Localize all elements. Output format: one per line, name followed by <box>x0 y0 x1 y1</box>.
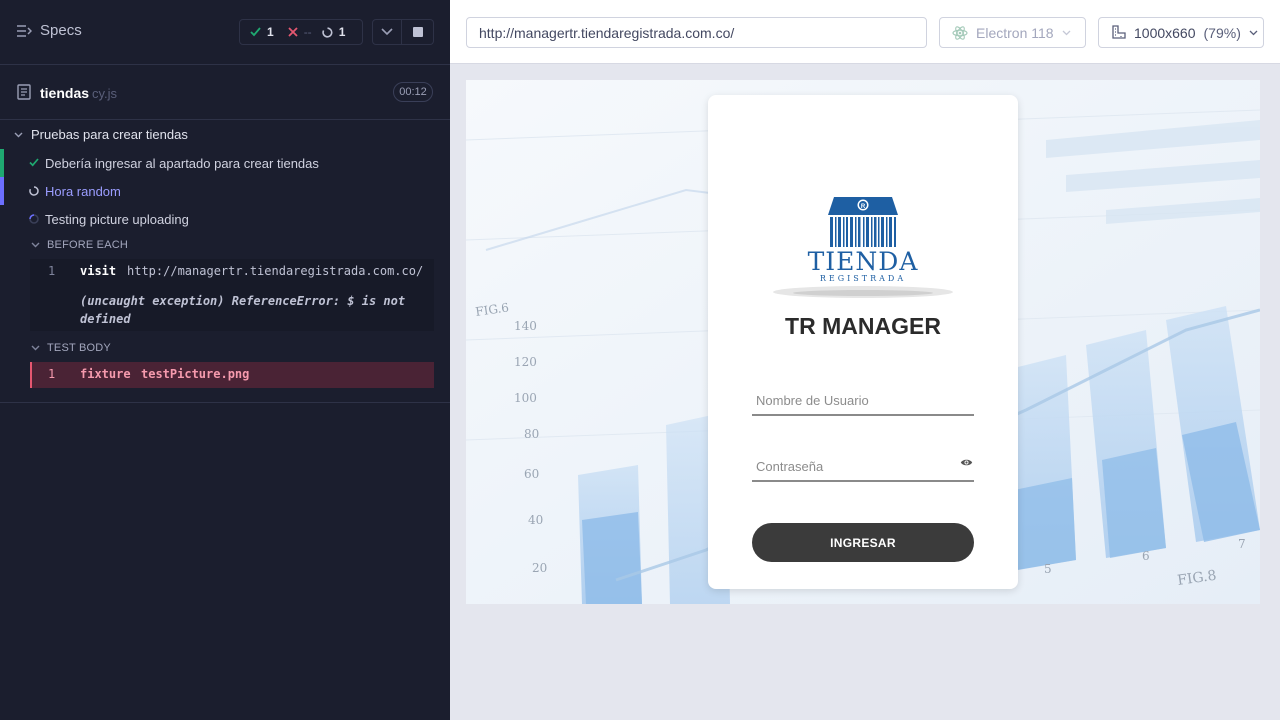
eye-icon[interactable] <box>960 458 973 467</box>
specs-toggle-button[interactable]: Specs <box>16 22 82 39</box>
bg-tick: 100 <box>514 391 537 405</box>
command-log-before-each: 1 visit http://managertr.tiendaregistrad… <box>30 259 434 331</box>
bg-x-label: 5 <box>1044 562 1052 576</box>
viewport-size: 1000x660 <box>1134 24 1196 41</box>
specs-label: Specs <box>40 22 82 39</box>
bg-tick: 60 <box>524 467 539 481</box>
bg-x-label: 6 <box>1142 549 1150 563</box>
svg-text:R: R <box>861 204 866 210</box>
chevron-down-icon <box>31 345 40 351</box>
viewport-scale: (79%) <box>1203 24 1241 41</box>
running-spinner-icon <box>29 214 39 224</box>
status-bar <box>0 177 4 205</box>
hook-title-text: BEFORE EACH <box>47 239 129 251</box>
test-item-passed[interactable]: Debería ingresar al apartado para crear … <box>0 149 450 177</box>
bg-tick: 40 <box>528 513 543 527</box>
check-icon <box>29 158 39 167</box>
viewport-selector[interactable]: 1000x660 (79%) <box>1098 17 1264 48</box>
chevron-down-icon <box>1249 30 1258 35</box>
hook-title-text: TEST BODY <box>47 342 111 354</box>
collapse-button[interactable] <box>372 19 402 45</box>
test-stats: 1 -- 1 <box>239 19 363 45</box>
failed-stat: -- <box>288 25 312 39</box>
tienda-registrada-logo: R TIENDA REGISTRADA <box>773 197 953 298</box>
command-name: fixture <box>80 367 131 381</box>
passed-stat: 1 <box>250 25 274 39</box>
logo-sub-text: REGISTRADA <box>820 274 906 283</box>
chevron-down-icon <box>1062 30 1071 35</box>
uncaught-exception-message: (uncaught exception) ReferenceError: $ i… <box>80 294 406 326</box>
ruler-icon <box>1112 25 1126 39</box>
failed-count: -- <box>303 25 312 39</box>
chevron-down-icon <box>381 28 393 36</box>
logo-main-text: TIENDA <box>808 247 919 276</box>
pending-count: 1 <box>338 25 346 39</box>
bg-tick: 80 <box>524 427 539 441</box>
browser-selector[interactable]: Electron 118 <box>939 17 1086 48</box>
spec-file-basename: tiendas <box>40 85 90 101</box>
app-under-test-frame: 140 120 100 80 60 40 20 FIG.6 FIG.8 5 6 … <box>466 80 1260 604</box>
command-number: 1 <box>48 367 56 381</box>
username-placeholder: Nombre de Usuario <box>756 393 869 408</box>
username-input[interactable]: Nombre de Usuario <box>752 386 974 416</box>
password-placeholder: Contraseña <box>756 459 824 474</box>
passed-count: 1 <box>267 25 274 39</box>
pending-circle-icon <box>29 186 39 196</box>
check-icon <box>250 27 261 37</box>
url-field[interactable]: http://managertr.tiendaregistrada.com.co… <box>466 17 927 48</box>
hook-before-each-title[interactable]: BEFORE EACH <box>31 239 128 251</box>
bg-tick: 20 <box>532 561 547 575</box>
test-title: Testing picture uploading <box>45 212 189 227</box>
status-bar <box>0 149 4 177</box>
suite-title[interactable]: Pruebas para crear tiendas <box>14 127 188 142</box>
app-preview-area: http://managertr.tiendaregistrada.com.co… <box>450 0 1280 720</box>
menu-icon <box>17 24 32 37</box>
command-message: http://managertr.tiendaregistrada.com.co… <box>127 264 424 278</box>
stop-icon <box>412 27 423 37</box>
suite-title-text: Pruebas para crear tiendas <box>31 127 188 142</box>
test-item-pending[interactable]: Hora random <box>0 177 450 205</box>
page-title: TR MANAGER <box>785 313 941 339</box>
test-title: Hora random <box>45 184 121 199</box>
bg-tick: 120 <box>514 355 537 369</box>
document-icon <box>17 84 31 100</box>
login-button[interactable]: INGRESAR <box>752 523 974 562</box>
bg-tick: 140 <box>514 319 537 333</box>
duration-badge: 00:12 <box>393 82 433 102</box>
test-title: Debería ingresar al apartado para crear … <box>45 156 319 171</box>
specs-header: Specs 1 -- 1 <box>0 0 450 65</box>
test-list: Pruebas para crear tiendas Debería ingre… <box>0 120 450 403</box>
chevron-down-icon <box>14 132 23 137</box>
command-message: testPicture.png <box>141 367 250 381</box>
stop-button[interactable] <box>402 19 434 45</box>
test-item-running[interactable]: Testing picture uploading <box>0 205 450 233</box>
chevron-down-icon <box>31 242 40 248</box>
bg-x-label: 7 <box>1238 537 1246 551</box>
x-icon <box>288 27 298 37</box>
command-number: 1 <box>48 264 56 278</box>
spec-file-ext: cy.js <box>92 86 118 101</box>
electron-icon <box>952 25 968 40</box>
pending-circle-icon <box>322 26 333 38</box>
spec-file-name[interactable]: tiendas cy.js <box>40 85 117 101</box>
command-row-visit[interactable]: 1 visit http://managertr.tiendaregistrad… <box>30 259 434 286</box>
hook-test-body-title[interactable]: TEST BODY <box>31 342 111 354</box>
password-input[interactable]: Contraseña <box>752 452 974 482</box>
spec-file-row: tiendas cy.js 00:12 <box>0 65 450 120</box>
preview-toolbar: http://managertr.tiendaregistrada.com.co… <box>450 0 1280 64</box>
command-name: visit <box>80 264 117 278</box>
login-card: R TIENDA REGISTRADA TR MANAGER Nombre de… <box>708 95 1018 589</box>
browser-name: Electron 118 <box>976 24 1054 41</box>
test-reporter-panel: Specs 1 -- 1 tiendas cy.js 00:12 Pruebas… <box>0 0 450 720</box>
command-row-fixture[interactable]: 1 fixture testPicture.png <box>30 362 434 388</box>
pending-stat: 1 <box>322 25 346 39</box>
